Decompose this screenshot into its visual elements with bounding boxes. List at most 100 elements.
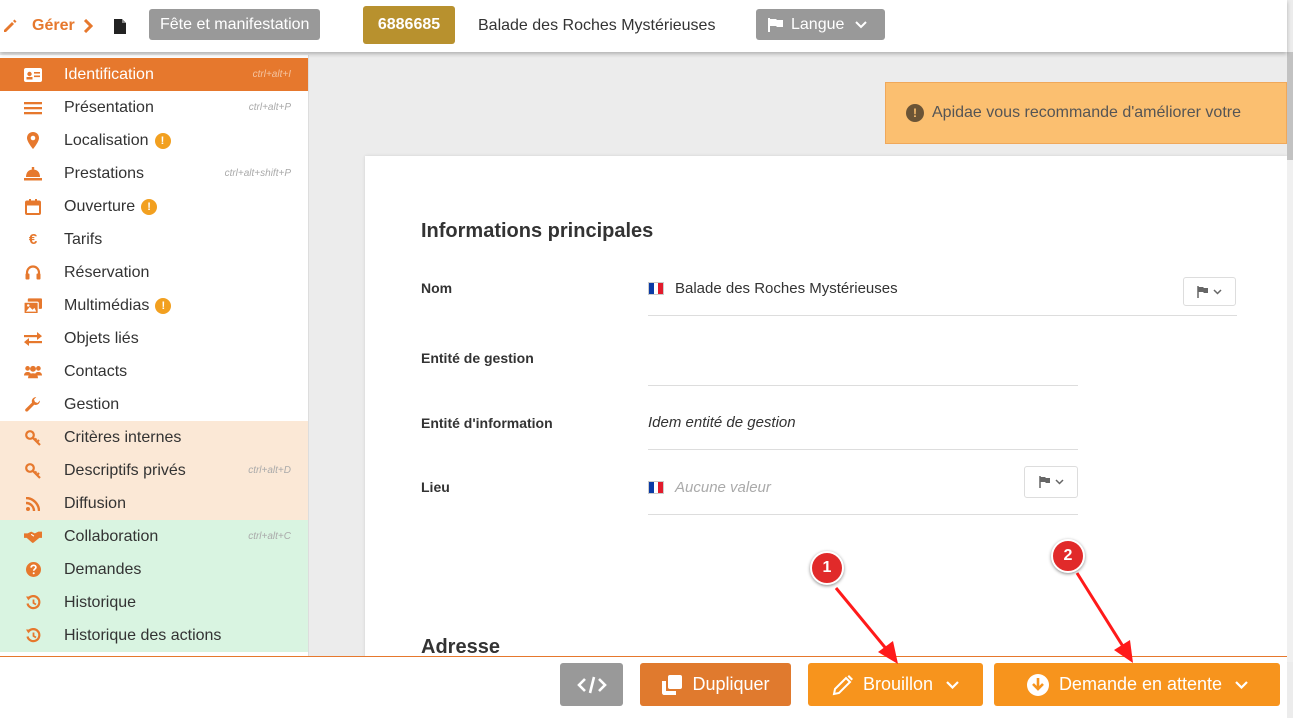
sidebar-item-label: Descriptifs privés <box>64 461 186 479</box>
field-underline <box>648 449 1078 450</box>
sidebar-item-label: Prestations <box>64 164 145 182</box>
french-flag-icon <box>648 481 664 494</box>
chevron-down-icon <box>1235 680 1248 689</box>
document-icon[interactable] <box>114 0 126 52</box>
field-underline <box>648 315 1237 316</box>
wrench-icon <box>24 396 42 414</box>
sidebar-item-reservation[interactable]: Réservation <box>0 256 308 289</box>
calendar-icon <box>24 198 42 216</box>
chevron-down-icon <box>855 20 868 28</box>
sidebar-item-historique-actions[interactable]: Historique des actions <box>0 619 308 652</box>
sidebar-item-label: Multimédias <box>64 296 150 314</box>
sidebar-item-identification[interactable]: Identification ctrl+alt+I <box>0 58 308 91</box>
draft-label: Brouillon <box>862 674 934 694</box>
sidebar-item-historique[interactable]: Historique <box>0 586 308 619</box>
key-icon <box>24 429 42 447</box>
sidebar-item-label: Objets liés <box>64 329 139 347</box>
keyboard-shortcut: ctrl+alt+C <box>248 531 291 542</box>
sidebar-item-contacts[interactable]: Contacts <box>0 355 308 388</box>
users-icon <box>24 363 42 381</box>
chevron-right-icon <box>83 19 93 33</box>
pencil-icon <box>832 674 853 695</box>
chevron-down-icon <box>1054 479 1064 485</box>
sidebar-item-objets-lies[interactable]: Objets liés <box>0 322 308 355</box>
keyboard-shortcut: ctrl+alt+D <box>248 465 291 476</box>
manage-label: Gérer <box>32 17 75 34</box>
sidebar-item-collaboration[interactable]: Collaboration ctrl+alt+C <box>0 520 308 553</box>
field-nom-value[interactable]: Balade des Roches Mystérieuses <box>648 280 898 297</box>
nom-language-dropdown[interactable] <box>1183 277 1236 306</box>
code-icon <box>576 676 607 693</box>
warning-icon: ! <box>154 132 171 149</box>
exchange-icon <box>24 330 42 348</box>
section-title: Informations principales <box>421 220 654 242</box>
field-label-lieu: Lieu <box>421 479 450 495</box>
lieu-language-dropdown[interactable] <box>1024 466 1078 498</box>
sidebar-item-label: Identification <box>64 65 154 83</box>
sidebar-item-gestion[interactable]: Gestion <box>0 388 308 421</box>
keyboard-shortcut: ctrl+alt+shift+P <box>224 168 291 179</box>
flag-icon <box>1038 476 1050 488</box>
sidebar-item-label: Présentation <box>64 98 154 116</box>
sidebar-item-label: Critères internes <box>64 428 182 446</box>
annotation-marker-1: 1 <box>810 551 844 585</box>
language-label: Langue <box>791 15 845 33</box>
warning-icon: ! <box>141 198 158 215</box>
alert-text: Apidae vous recommande d'améliorer votre <box>932 104 1241 121</box>
sidebar-item-label: Collaboration <box>64 527 159 545</box>
field-label-entite-gestion: Entité de gestion <box>421 350 534 366</box>
sidebar-item-diffusion[interactable]: Diffusion <box>0 487 308 520</box>
sidebar-item-label: Contacts <box>64 362 128 380</box>
sidebar-item-descriptifs-prives[interactable]: Descriptifs privés ctrl+alt+D <box>0 454 308 487</box>
history-icon <box>24 594 42 612</box>
sidebar: Identification ctrl+alt+I Présentation c… <box>0 55 309 657</box>
download-circle-icon <box>1026 673 1049 696</box>
sidebar-item-label: Localisation <box>64 131 149 149</box>
object-id-badge[interactable]: 6886685 <box>363 6 455 44</box>
id-card-icon <box>24 66 42 84</box>
key-icon <box>24 462 42 480</box>
sidebar-label-wrap: Localisation ! <box>64 132 171 150</box>
sidebar-item-label: Demandes <box>64 560 142 578</box>
sidebar-item-label: Gestion <box>64 395 120 413</box>
nom-text: Balade des Roches Mystérieuses <box>675 280 898 297</box>
sidebar-item-multimedias[interactable]: Multimédias ! <box>0 289 308 322</box>
draft-status-button[interactable]: Brouillon <box>808 663 983 706</box>
pencil-icon <box>4 19 17 32</box>
sidebar-item-criteres-internes[interactable]: Critères internes <box>0 421 308 454</box>
field-entite-information-value[interactable]: Idem entité de gestion <box>648 414 796 431</box>
duplicate-button[interactable]: Dupliquer <box>640 663 791 706</box>
warning-icon: ! <box>155 297 172 314</box>
annotation-marker-2: 2 <box>1051 539 1085 573</box>
object-type-badge[interactable]: Fête et manifestation <box>149 9 321 40</box>
field-label-nom: Nom <box>421 280 453 296</box>
sidebar-label-wrap: Multimédias ! <box>64 296 172 315</box>
vertical-scrollbar[interactable] <box>1287 52 1293 662</box>
object-title: Balade des Roches Mystérieuses <box>478 17 716 34</box>
sidebar-item-prestations[interactable]: Prestations ctrl+alt+shift+P <box>0 157 308 190</box>
chevron-down-icon <box>1213 288 1222 295</box>
keyboard-shortcut: ctrl+alt+I <box>252 69 291 80</box>
sidebar-item-tarifs[interactable]: € Tarifs <box>0 223 308 256</box>
top-bar: Gérer Fête et manifestation 6886685 Bala… <box>0 0 1287 52</box>
sidebar-item-label: Réservation <box>64 263 150 281</box>
headset-icon <box>24 264 42 282</box>
manage-menu[interactable]: Gérer <box>0 0 103 52</box>
field-lieu-value[interactable]: Aucune valeur <box>648 479 771 496</box>
scrollbar-thumb[interactable] <box>1287 52 1293 160</box>
sidebar-item-demandes[interactable]: Demandes <box>0 553 308 586</box>
view-source-button[interactable] <box>560 663 623 706</box>
exclamation-circle-icon: ! <box>906 104 924 122</box>
sidebar-item-localisation[interactable]: Localisation ! <box>0 124 308 157</box>
copy-icon <box>662 674 683 695</box>
flag-icon <box>768 17 783 32</box>
rss-icon <box>24 495 42 513</box>
history-icon <box>24 627 42 645</box>
sidebar-item-presentation[interactable]: Présentation ctrl+alt+P <box>0 91 308 124</box>
sidebar-item-ouverture[interactable]: Ouverture ! <box>0 190 308 223</box>
images-icon <box>24 297 42 315</box>
language-button[interactable]: Langue <box>756 9 885 40</box>
lieu-placeholder: Aucune valeur <box>675 479 771 496</box>
pending-request-button[interactable]: Demande en attente <box>994 663 1280 706</box>
field-underline <box>648 514 1078 515</box>
